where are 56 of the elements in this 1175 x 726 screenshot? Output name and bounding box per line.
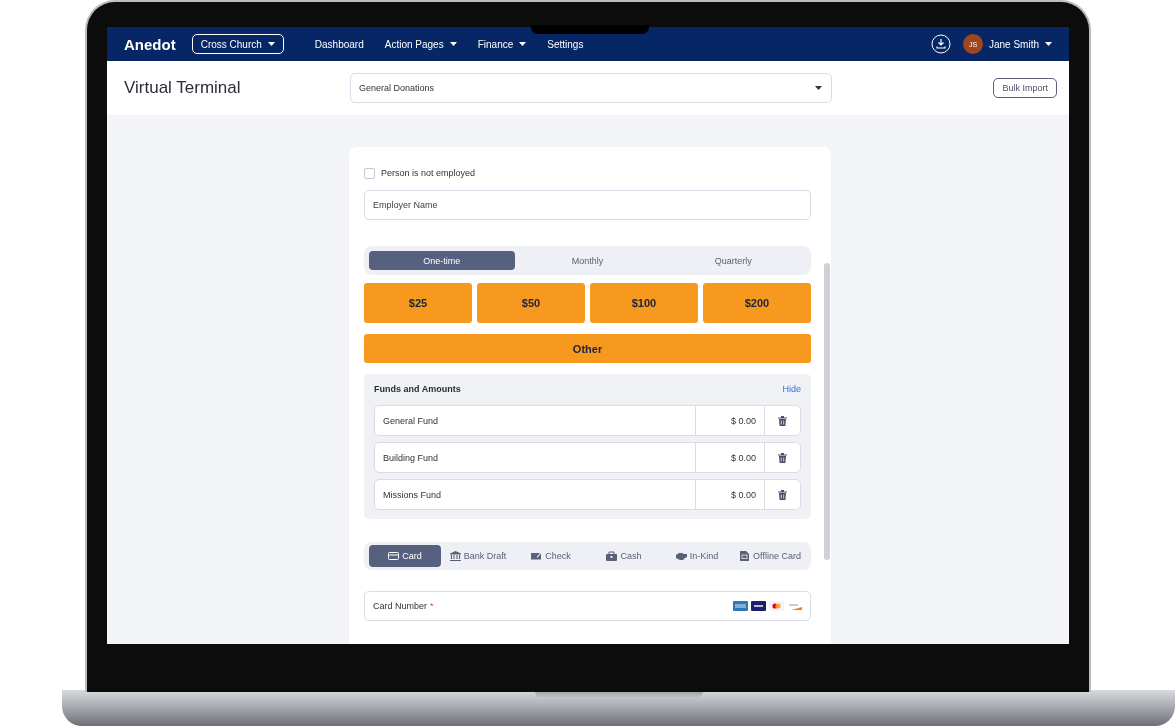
payment-card-icon — [751, 601, 766, 611]
credit-card-icon — [388, 551, 400, 561]
payment-method-tab[interactable]: Offline Card — [734, 545, 806, 567]
caret-icon — [519, 42, 527, 46]
payment-method-tab[interactable]: Cash — [588, 545, 660, 567]
bulk-import-button[interactable]: Bulk Import — [993, 78, 1057, 98]
amount-field[interactable]: $ 0.00 — [695, 406, 764, 435]
trash-icon — [778, 489, 787, 500]
scrollbar[interactable] — [824, 263, 830, 560]
amount-button[interactable]: $100 — [590, 283, 698, 323]
hide-link[interactable]: Hide — [782, 384, 801, 394]
payment-method-tab[interactable]: Card — [369, 545, 441, 567]
amount-button[interactable]: $25 — [364, 283, 472, 323]
caret-icon — [1045, 42, 1052, 46]
field-label: Card Number — [373, 601, 428, 611]
checkbox[interactable] — [364, 167, 375, 179]
document-icon — [739, 551, 751, 561]
fund-name: Building Fund — [382, 451, 440, 465]
logo[interactable]: Anedot — [124, 35, 176, 53]
organization-switcher[interactable]: Cross Church — [191, 34, 284, 54]
frequency-tab[interactable]: Monthly — [514, 251, 661, 270]
other-amount-button[interactable]: Other — [364, 334, 811, 363]
check-icon — [531, 551, 543, 561]
bank-icon — [449, 551, 461, 561]
nav-menu-item[interactable]: Settings — [547, 38, 584, 50]
amount-field[interactable]: $ 0.00 — [695, 480, 764, 509]
nav-menu-item[interactable]: Action Pages — [384, 38, 457, 50]
payment-method-tab[interactable]: In-Kind — [661, 545, 733, 567]
caret-icon — [449, 42, 457, 46]
trash-icon — [778, 415, 787, 426]
frequency-tab[interactable]: Quarterly — [660, 251, 806, 270]
required-mark: * — [430, 601, 434, 611]
caret-icon — [815, 86, 822, 90]
payment-card-icon — [733, 601, 748, 611]
amount-field[interactable]: $ 0.00 — [695, 443, 764, 472]
payment-method-tab[interactable]: Bank Draft — [442, 545, 514, 567]
caret-icon — [267, 42, 275, 46]
checkbox-label: Person is not employed — [381, 168, 476, 178]
amount-button[interactable]: $200 — [703, 283, 811, 323]
card-number-field[interactable]: Card Number * — [364, 591, 811, 621]
trash-icon — [778, 452, 787, 463]
page-select[interactable]: General Donations — [350, 73, 832, 103]
nav-menu-item[interactable]: Finance — [477, 38, 527, 50]
employer-name-field[interactable]: Employer Name — [364, 190, 811, 220]
amount-button[interactable]: $50 — [477, 283, 585, 323]
section-title: Funds and Amounts — [374, 384, 461, 394]
frequency-tab[interactable]: One-time — [369, 251, 515, 270]
fund-name: Missions Fund — [382, 488, 443, 502]
page-title: Virtual Terminal — [124, 78, 242, 98]
payment-card-icon — [787, 601, 802, 611]
download-icon — [930, 34, 951, 54]
briefcase-icon — [606, 551, 618, 561]
nav-menu-item[interactable]: Dashboard — [314, 38, 364, 50]
fund-name: General Fund — [382, 414, 440, 428]
payment-method-tab[interactable]: Check — [515, 545, 587, 567]
payment-card-icon — [769, 601, 784, 611]
